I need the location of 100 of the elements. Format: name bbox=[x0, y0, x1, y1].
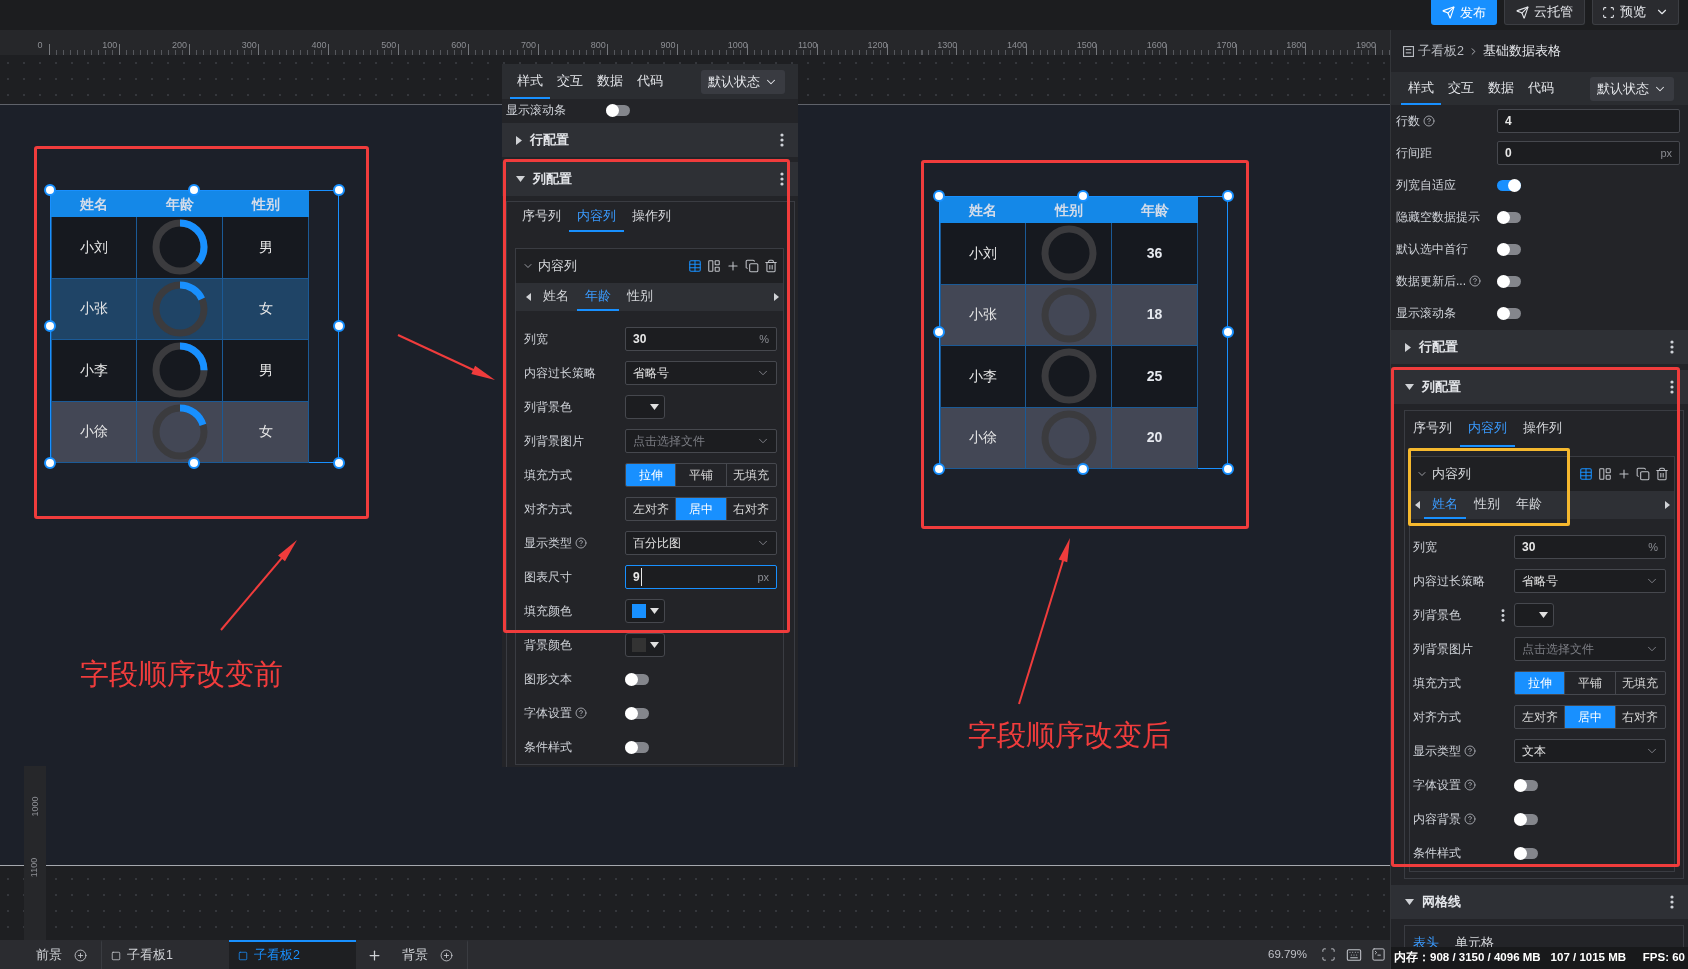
segment-option[interactable]: 无填充 bbox=[725, 464, 776, 486]
toggle-switch[interactable] bbox=[1514, 846, 1538, 860]
keyboard-icon[interactable] bbox=[1346, 946, 1362, 963]
selection-frame[interactable]: 姓名 性别 年龄 小刘 36 小张 18 小李 25 小徐 20 bbox=[939, 196, 1228, 469]
resize-handle[interactable] bbox=[1222, 463, 1234, 475]
table-row[interactable]: 小徐 女 bbox=[51, 401, 309, 463]
layer-tab[interactable]: 前景 bbox=[0, 940, 102, 969]
segment-option[interactable]: 右对齐 bbox=[1614, 706, 1665, 728]
resize-handle[interactable] bbox=[1222, 190, 1234, 202]
add-icon[interactable] bbox=[726, 259, 740, 273]
field-tab[interactable]: 姓名 bbox=[1424, 491, 1466, 519]
resize-handle[interactable] bbox=[1222, 326, 1234, 338]
help-icon[interactable] bbox=[1464, 813, 1476, 825]
tab[interactable]: 内容列 bbox=[569, 202, 624, 232]
layer-tab[interactable]: 背景 bbox=[392, 940, 468, 969]
text-input[interactable]: 4 bbox=[1497, 109, 1680, 133]
table-row[interactable]: 小刘 男 bbox=[51, 217, 309, 279]
toggle-switch[interactable] bbox=[1497, 178, 1521, 192]
tab[interactable]: 代码 bbox=[1521, 72, 1561, 105]
dropdown-select[interactable]: 百分比图 bbox=[625, 531, 777, 555]
tab[interactable]: 操作列 bbox=[624, 202, 679, 232]
more-options-icon[interactable] bbox=[780, 133, 784, 147]
text-input[interactable]: 9 px bbox=[625, 565, 777, 589]
section-header[interactable]: 行配置 bbox=[502, 123, 798, 157]
table-row[interactable]: 小刘 36 bbox=[940, 223, 1198, 285]
resize-handle[interactable] bbox=[333, 457, 345, 469]
dropdown-select[interactable]: 点击选择文件 bbox=[1514, 637, 1666, 661]
tab[interactable]: 样式 bbox=[1401, 72, 1441, 105]
add-icon[interactable] bbox=[1617, 467, 1631, 481]
toggle-switch[interactable] bbox=[1497, 210, 1521, 224]
segment-option[interactable]: 平铺 bbox=[675, 464, 726, 486]
tab[interactable]: 数据 bbox=[1481, 72, 1521, 105]
table-icon[interactable] bbox=[688, 259, 702, 273]
dropdown-select[interactable]: 文本 bbox=[1514, 739, 1666, 763]
help-icon[interactable] bbox=[575, 707, 587, 719]
color-picker[interactable] bbox=[1514, 603, 1554, 627]
selection-frame[interactable]: 姓名 年龄 性别 小刘 男 小张 女 小李 男 小徐 女 bbox=[50, 190, 339, 463]
toggle-switch[interactable] bbox=[1514, 778, 1538, 792]
tab[interactable]: 交互 bbox=[550, 64, 590, 99]
segment-option[interactable]: 右对齐 bbox=[725, 498, 776, 520]
table-icon[interactable] bbox=[1579, 467, 1593, 481]
section-header[interactable]: 列配置 bbox=[1391, 370, 1688, 404]
tab[interactable]: 内容列 bbox=[1460, 411, 1515, 447]
toggle-switch[interactable] bbox=[625, 740, 649, 754]
dropdown-select[interactable]: 省略号 bbox=[1514, 569, 1666, 593]
help-icon[interactable] bbox=[1464, 745, 1476, 757]
table-row[interactable]: 小张 女 bbox=[51, 278, 309, 340]
board-tab[interactable]: 子看板2 bbox=[229, 940, 356, 969]
toggle-switch[interactable] bbox=[1497, 242, 1521, 256]
board-tab[interactable]: 子看板1 bbox=[102, 940, 229, 969]
dropdown-select[interactable]: 点击选择文件 bbox=[625, 429, 777, 453]
tab[interactable]: 交互 bbox=[1441, 72, 1481, 105]
color-picker[interactable] bbox=[625, 395, 665, 419]
more-options-icon[interactable] bbox=[1670, 895, 1674, 909]
resize-handle[interactable] bbox=[44, 320, 56, 332]
dropdown-select[interactable]: 省略号 bbox=[625, 361, 777, 385]
toggle-switch[interactable] bbox=[606, 103, 630, 117]
text-input[interactable]: 30 % bbox=[625, 327, 777, 351]
tab[interactable]: 样式 bbox=[510, 64, 550, 99]
delete-icon[interactable] bbox=[1655, 467, 1669, 481]
tab[interactable]: 序号列 bbox=[1405, 411, 1460, 447]
field-tab[interactable]: 年龄 bbox=[577, 283, 619, 311]
section-header[interactable]: 行配置 bbox=[1391, 330, 1688, 364]
section-header[interactable]: 网格线 bbox=[1391, 885, 1688, 919]
delete-icon[interactable] bbox=[764, 259, 778, 273]
more-options-icon[interactable] bbox=[1670, 380, 1674, 394]
breadcrumb-link[interactable]: 子看板2 bbox=[1418, 41, 1464, 61]
field-tab[interactable]: 姓名 bbox=[535, 283, 577, 311]
toggle-switch[interactable] bbox=[625, 672, 649, 686]
drag-handle-icon[interactable] bbox=[1501, 608, 1505, 622]
field-tab[interactable]: 年龄 bbox=[1508, 491, 1550, 519]
field-tab[interactable]: 性别 bbox=[1466, 491, 1508, 519]
more-options-icon[interactable] bbox=[1670, 340, 1674, 354]
table-row[interactable]: 小徐 20 bbox=[940, 407, 1198, 469]
segment-option[interactable]: 平铺 bbox=[1564, 672, 1615, 694]
field-tab[interactable]: 性别 bbox=[619, 283, 661, 311]
layout-icon[interactable] bbox=[1598, 467, 1612, 481]
fit-screen-icon[interactable] bbox=[1321, 947, 1336, 962]
tab[interactable]: 数据 bbox=[590, 64, 630, 99]
layout-icon[interactable] bbox=[707, 259, 721, 273]
help-icon[interactable] bbox=[575, 537, 587, 549]
table-row[interactable]: 小李 25 bbox=[940, 346, 1198, 408]
table-row[interactable]: 小李 男 bbox=[51, 340, 309, 402]
resize-handle[interactable] bbox=[44, 457, 56, 469]
resize-handle[interactable] bbox=[44, 184, 56, 196]
toolbar-button[interactable]: 预览 bbox=[1592, 0, 1679, 25]
copy-icon[interactable] bbox=[1636, 467, 1650, 481]
resize-handle[interactable] bbox=[933, 326, 945, 338]
more-options-icon[interactable] bbox=[780, 172, 784, 186]
copy-icon[interactable] bbox=[745, 259, 759, 273]
resize-handle[interactable] bbox=[1077, 190, 1089, 202]
help-icon[interactable] bbox=[1464, 779, 1476, 791]
tab[interactable]: 代码 bbox=[630, 64, 670, 99]
toggle-switch[interactable] bbox=[1497, 274, 1521, 288]
text-input[interactable]: 0 px bbox=[1497, 141, 1680, 165]
resize-handle[interactable] bbox=[933, 190, 945, 202]
segment-option[interactable]: 无填充 bbox=[1614, 672, 1665, 694]
help-icon[interactable] bbox=[1423, 115, 1435, 127]
terminal-icon[interactable] bbox=[1371, 947, 1386, 962]
color-picker[interactable] bbox=[625, 599, 665, 623]
